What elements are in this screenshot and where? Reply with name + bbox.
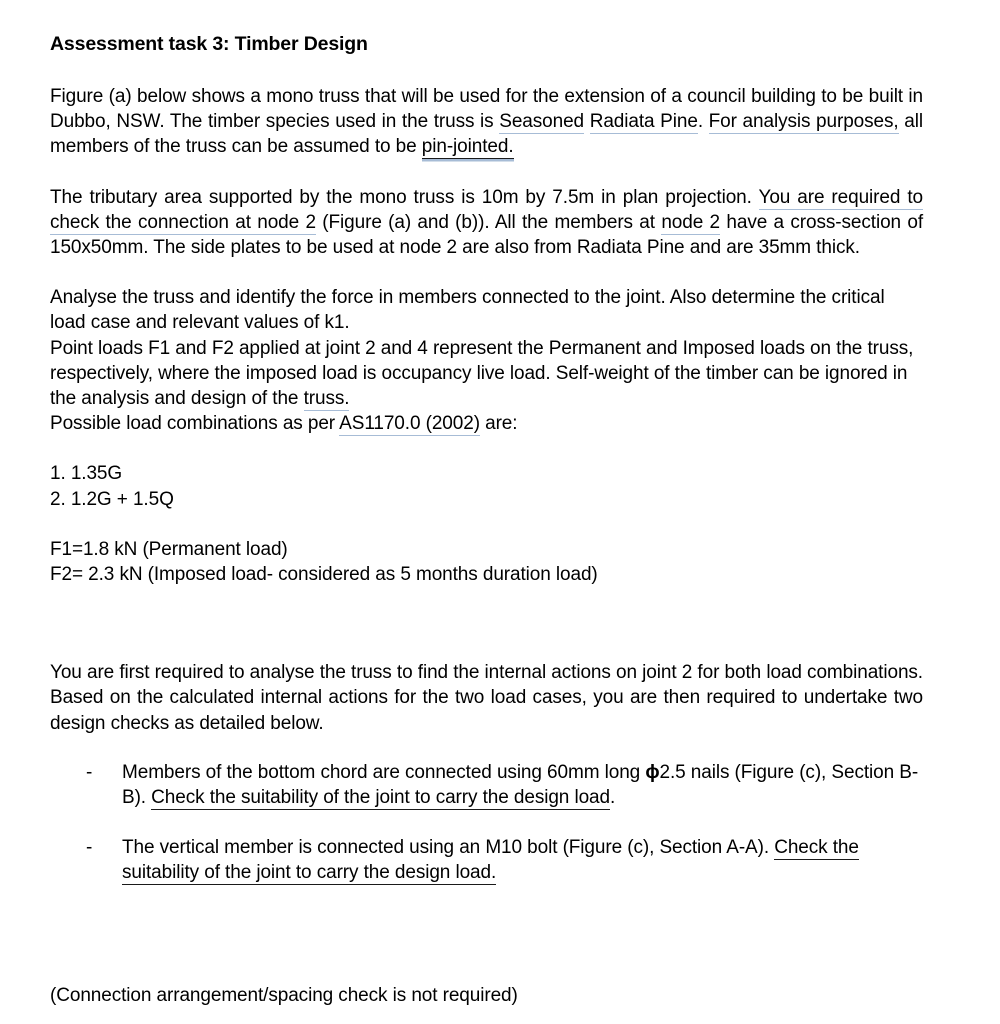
load-combination-2: 2. 1.2G + 1.5Q [50, 488, 174, 510]
bullet-dash-icon: - [86, 837, 93, 859]
paragraph-intro-space-1 [584, 111, 590, 132]
paragraph-design-checks-intro: You are first required to analyse the tr… [50, 662, 923, 734]
underline-check-suitability-nails: Check the suitability of the joint to ca… [151, 787, 610, 810]
footnote-text: (Connection arrangement/spacing check is… [50, 984, 518, 1006]
document-body: Assessment task 3: Timber Design Figure … [50, 32, 923, 1008]
load-combination-1: 1. 1.35G [50, 463, 123, 485]
spellcheck-seasoned: Seasoned [499, 111, 585, 135]
phi-diameter-icon: ϕ [645, 761, 660, 783]
tributary-text-1: The tributary area supported by the mono… [50, 186, 759, 208]
underline-pin-jointed: pin-jointed. [421, 136, 514, 159]
tributary-text-2: (Figure (a) and (b)). All the members at [315, 211, 662, 233]
nails-text-before: Members of the bottom chord are connecte… [122, 761, 646, 783]
nails-text-tail: . [609, 787, 616, 809]
page-title: Assessment task 3: Timber Design [50, 33, 368, 55]
load-value-f2: F2= 2.3 kN (Imposed load- considered as … [50, 564, 598, 586]
bullet-dash-icon: - [86, 761, 93, 783]
paragraph-point-loads: Point loads F1 and F2 applied at joint 2… [50, 336, 923, 412]
spellcheck-for-analysis-purposes: For analysis purposes, [708, 111, 899, 135]
load-comb-intro-text: Possible load combinations as per [50, 413, 340, 435]
load-value-f1: F1=1.8 kN (Permanent load) [50, 538, 288, 560]
paragraph-intro: Figure (a) below shows a mono truss that… [50, 84, 923, 160]
spellcheck-truss: truss. [303, 388, 350, 412]
paragraph-analyse-truss: Analyse the truss and identify the force… [50, 287, 885, 334]
design-checks-list: - Members of the bottom chord are connect… [50, 760, 923, 886]
point-loads-text: Point loads F1 and F2 applied at joint 2… [50, 337, 914, 410]
bolt-text-before: The vertical member is connected using a… [122, 837, 775, 859]
load-comb-intro-tail: are: [479, 413, 518, 435]
footnote-spacer [50, 886, 923, 959]
list-item-bolt: - The vertical member is connected using … [50, 835, 923, 885]
spellcheck-as1170: AS1170.0 (2002) [339, 413, 480, 437]
spellcheck-radiata-pine: Radiata Pine [589, 111, 698, 135]
footnote-spacer-2 [50, 959, 923, 983]
spellcheck-node-2: node 2 [661, 211, 721, 235]
paragraph-intro-text-2: . [697, 111, 709, 133]
paragraph-load-combinations-intro: Possible load combinations as per AS1170… [50, 411, 923, 437]
document-page: Assessment task 3: Timber Design Figure … [0, 0, 1000, 1024]
list-item-nails: - Members of the bottom chord are connect… [50, 760, 923, 810]
paragraph-tributary-area: The tributary area supported by the mono… [50, 185, 923, 261]
